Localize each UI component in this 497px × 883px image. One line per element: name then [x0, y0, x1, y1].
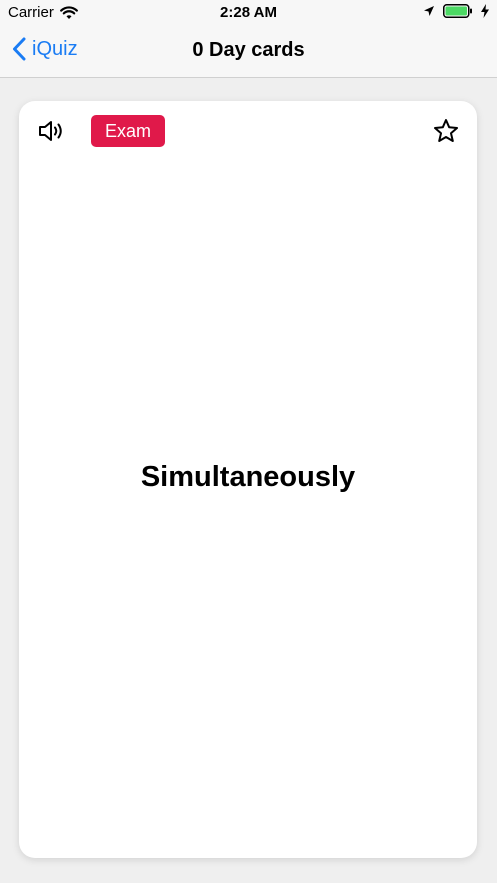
category-tag-badge[interactable]: Exam — [91, 115, 166, 147]
speaker-icon[interactable] — [38, 119, 66, 143]
star-icon[interactable] — [433, 118, 459, 144]
status-bar: Carrier 2:28 AM — [0, 0, 497, 26]
card-word: Simultaneously — [140, 461, 356, 493]
charging-bolt-icon — [481, 4, 489, 18]
page-title: 0 Day cards — [192, 39, 305, 61]
battery-icon — [443, 4, 472, 18]
flash-card[interactable]: Exam Simultaneously — [19, 101, 477, 858]
location-arrow-icon — [424, 6, 434, 16]
navigation-bar: iQuiz 0 Day cards — [0, 26, 497, 78]
status-right — [423, 4, 489, 18]
